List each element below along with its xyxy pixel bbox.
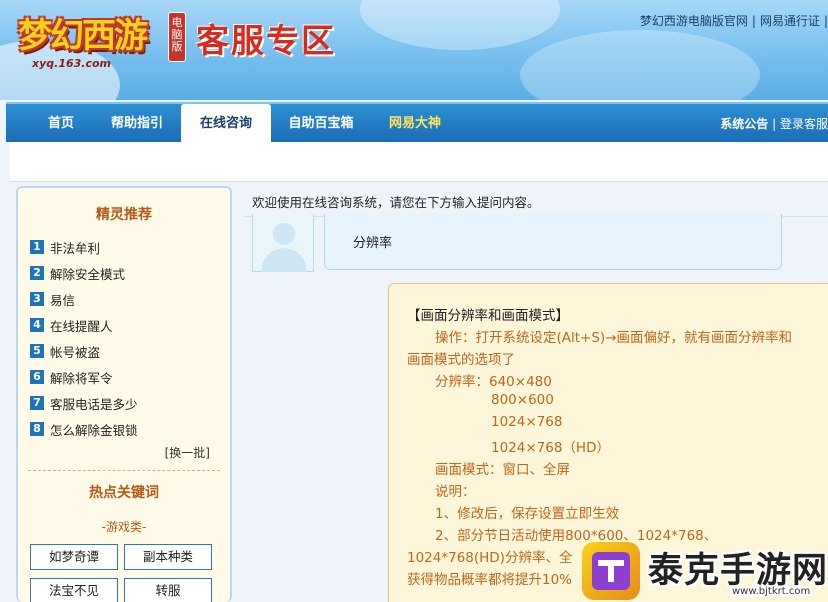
item-label: 非法牟利 [50, 240, 101, 256]
list-item[interactable]: 5 帐号被盗 [30, 338, 138, 364]
answer-line: 1024*768(HD)分辨率、全 [407, 550, 573, 566]
page-header: 梦幻西游 xyq.163.com 电脑版 客服专区 梦幻西游电脑版官网 | 网易通行… [0, 0, 828, 100]
watermark-logo-icon [582, 542, 640, 600]
question-bubble: 分辨率 [324, 214, 782, 270]
nav-home[interactable]: 首页 [36, 104, 86, 142]
logo-text: 梦幻西游 [18, 16, 148, 56]
nav-online-consult[interactable]: 在线咨询 [181, 104, 271, 142]
game-logo[interactable]: 梦幻西游 xyq.163.com [18, 8, 168, 74]
item-number: 5 [30, 344, 44, 358]
welcome-message: 欢迎使用在线咨询系统，请您在下方输入提问内容。 [252, 195, 540, 210]
site-watermark: 泰克手游网 www.bjtkrt.com [578, 538, 828, 602]
keyword-button[interactable]: 如梦奇谭 [30, 544, 118, 570]
main-nav: 首页 帮助指引 在线咨询 自助百宝箱 网易大神 系统公告 | 登录客服 [6, 102, 828, 142]
item-number: 1 [30, 240, 44, 254]
item-number: 2 [30, 266, 44, 280]
answer-line: 画面模式：窗口、全屏 [435, 462, 570, 478]
answer-line: 分辨率：640×480 [435, 374, 552, 390]
sidebar: 精灵推荐 1 非法牟利 2 解除安全模式 3 易信 4 在线提醒人 5 帐号被盗 6 解除将… [16, 186, 232, 602]
list-item[interactable]: 3 易信 [30, 286, 138, 312]
answer-line: 获得物品概率都将提升10% [407, 572, 573, 588]
platform-badge: 电脑版 [168, 12, 186, 62]
item-number: 7 [30, 396, 44, 410]
item-label: 客服电话是多少 [50, 396, 138, 412]
answer-heading: 【画面分辨率和画面模式】 [407, 308, 569, 324]
nav-right-links: 系统公告 | 登录客服 [720, 104, 828, 142]
header-cloud [360, 0, 560, 50]
list-item[interactable]: 4 在线提醒人 [30, 312, 138, 338]
login-support-link[interactable]: 登录客服 [780, 117, 828, 131]
nav-self-service[interactable]: 自助百宝箱 [284, 104, 358, 142]
answer-line: 1024×768 [491, 414, 563, 430]
system-notice-link[interactable]: 系统公告 [720, 117, 768, 131]
recommend-list: 1 非法牟利 2 解除安全模式 3 易信 4 在线提醒人 5 帐号被盗 6 解除将军令 7客… [30, 234, 138, 442]
link-separator: | [823, 14, 828, 28]
answer-line: 画面模式的选项了 [407, 352, 515, 368]
nav-netease-dashen[interactable]: 网易大神 [380, 104, 450, 142]
header-cloud [520, 30, 760, 100]
sidebar-title: 精灵推荐 [96, 207, 152, 223]
item-label: 怎么解除金银锁 [50, 422, 138, 438]
item-label: 解除安全模式 [50, 266, 126, 282]
nav-separator: | [772, 117, 777, 131]
item-label: 帐号被盗 [50, 344, 101, 360]
item-number: 4 [30, 318, 44, 332]
refresh-batch-link[interactable]: [换一批] [165, 444, 210, 461]
item-number: 3 [30, 292, 44, 306]
item-label: 在线提醒人 [50, 318, 113, 334]
item-number: 8 [30, 422, 44, 436]
item-label: 解除将军令 [50, 370, 113, 386]
top-links: 梦幻西游电脑版官网 | 网易通行证 | [636, 12, 828, 29]
keyword-button[interactable]: 法宝不见 [30, 578, 118, 602]
nav-help-guide[interactable]: 帮助指引 [102, 104, 172, 142]
answer-line: 1024×768（HD） [491, 440, 610, 456]
answer-line: 说明： [435, 484, 476, 500]
list-item[interactable]: 7 客服电话是多少 [30, 390, 138, 416]
hot-keywords-title: 热点关键词 [89, 485, 159, 501]
page-title: 客服专区 [196, 21, 336, 60]
watermark-t-glyph [592, 552, 630, 590]
list-item[interactable]: 8 怎么解除金银锁 [30, 416, 138, 442]
answer-line: 1、修改后，保存设置立即生效 [435, 506, 620, 522]
sub-header-band [10, 142, 828, 182]
list-item[interactable]: 2 解除安全模式 [30, 260, 138, 286]
item-label: 易信 [50, 292, 76, 308]
keyword-button[interactable]: 转服 [124, 578, 212, 602]
list-item[interactable]: 1 非法牟利 [30, 234, 138, 260]
watermark-url: www.bjtkrt.com [730, 586, 813, 597]
list-item[interactable]: 6 解除将军令 [30, 364, 138, 390]
logo-domain: xyq.163.com [32, 57, 111, 70]
question-text: 分辨率 [353, 236, 393, 251]
keyword-category: -游戏类- [101, 520, 147, 534]
keyword-button[interactable]: 副本种类 [124, 544, 212, 570]
item-number: 6 [30, 370, 44, 384]
passport-link[interactable]: 网易通行证 [756, 14, 824, 28]
user-avatar [252, 214, 314, 272]
answer-line: 800×600 [491, 392, 554, 408]
official-site-link[interactable]: 梦幻西游电脑版官网 [636, 14, 752, 28]
user-silhouette-icon [261, 223, 307, 272]
answer-line: 操作：打开系统设定(Alt+S)→画面偏好，就有画面分辨率和 [435, 330, 793, 346]
sidebar-divider [28, 470, 220, 471]
